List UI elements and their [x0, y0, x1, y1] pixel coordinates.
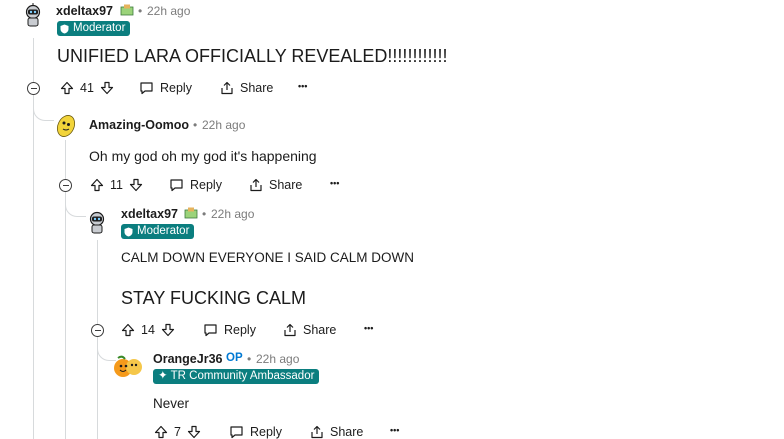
collapse-thread-button[interactable]: [59, 179, 72, 192]
vote-controls: 7: [154, 425, 201, 439]
reply-icon: [229, 425, 244, 439]
reply-button[interactable]: Reply: [139, 81, 192, 95]
avatar[interactable]: [53, 112, 79, 138]
avatar[interactable]: [21, 3, 45, 27]
collapse-thread-button[interactable]: [27, 82, 40, 95]
separator: •: [202, 207, 207, 221]
vote-controls: 11: [90, 178, 143, 192]
share-label: Share: [330, 425, 364, 439]
comment-time[interactable]: 22h ago: [202, 118, 245, 132]
downvote-icon[interactable]: [129, 178, 143, 192]
comment-time[interactable]: 22h ago: [147, 4, 190, 18]
downvote-icon[interactable]: [100, 81, 114, 95]
share-icon: [249, 178, 263, 192]
comment-author[interactable]: OrangeJr36: [153, 352, 222, 366]
more-options-icon[interactable]: •••: [364, 323, 373, 333]
flair-text: Moderator: [73, 22, 126, 34]
comment-author[interactable]: xdeltax97: [121, 207, 178, 221]
reply-icon: [139, 81, 154, 95]
avatar[interactable]: [112, 353, 144, 379]
comment-body: UNIFIED LARA OFFICIALLY REVEALED!!!!!!!!…: [57, 46, 448, 66]
user-flair: ✦ TR Community Ambassador: [153, 369, 320, 384]
moderator-shield-icon: [60, 24, 69, 34]
thread-connector: [65, 200, 86, 217]
upvote-icon[interactable]: [121, 323, 135, 337]
collapse-thread-button[interactable]: [91, 324, 104, 337]
user-flair: Moderator: [121, 224, 195, 239]
upvote-icon[interactable]: [60, 81, 74, 95]
separator: •: [193, 118, 198, 132]
comment-time[interactable]: 22h ago: [211, 207, 254, 221]
moderator-shield-icon: [124, 227, 133, 237]
more-options-icon[interactable]: •••: [298, 81, 307, 91]
separator: •: [138, 4, 143, 18]
reply-label: Reply: [224, 323, 256, 337]
share-icon: [220, 81, 234, 95]
vote-controls: 41: [60, 81, 114, 95]
reply-label: Reply: [190, 178, 222, 192]
comment-time[interactable]: 22h ago: [256, 352, 299, 366]
thread-line: [97, 240, 98, 439]
separator: •: [247, 352, 252, 366]
share-label: Share: [269, 178, 303, 192]
avatar[interactable]: [85, 210, 109, 234]
more-options-icon[interactable]: •••: [330, 178, 339, 188]
share-button[interactable]: Share: [220, 81, 273, 95]
reply-icon: [203, 323, 218, 337]
vote-count: 41: [80, 81, 94, 95]
comment-body: Oh my god oh my god it's happening: [89, 148, 317, 164]
share-button[interactable]: Share: [249, 178, 302, 192]
share-label: Share: [240, 81, 274, 95]
vote-count: 7: [174, 425, 181, 439]
reply-button[interactable]: Reply: [203, 323, 256, 337]
vote-controls: 14: [121, 323, 175, 337]
share-icon: [283, 323, 297, 337]
share-icon: [310, 425, 324, 439]
reply-label: Reply: [250, 425, 282, 439]
more-options-icon[interactable]: •••: [390, 425, 399, 435]
downvote-icon[interactable]: [161, 323, 175, 337]
vote-count: 11: [110, 178, 123, 192]
flair-text: Moderator: [137, 225, 190, 237]
achievement-icon: [184, 206, 198, 219]
user-flair: Moderator: [57, 21, 131, 36]
upvote-icon[interactable]: [90, 178, 104, 192]
reply-button[interactable]: Reply: [169, 178, 222, 192]
thread-connector: [33, 104, 54, 121]
comment-author[interactable]: xdeltax97: [56, 4, 113, 18]
comment-body: CALM DOWN EVERYONE I SAID CALM DOWN: [121, 250, 415, 265]
flair-text: ✦ TR Community Ambassador: [158, 370, 315, 382]
share-button[interactable]: Share: [310, 425, 363, 439]
reply-icon: [169, 178, 184, 192]
comment-body: Never: [153, 396, 190, 411]
achievement-icon: [120, 3, 134, 16]
op-tag: OP: [226, 352, 243, 364]
vote-count: 14: [141, 323, 155, 337]
share-label: Share: [303, 323, 337, 337]
thread-line: [33, 38, 34, 439]
comment-author[interactable]: Amazing-Oomoo: [89, 118, 189, 132]
reply-label: Reply: [160, 81, 192, 95]
upvote-icon[interactable]: [154, 425, 168, 439]
downvote-icon[interactable]: [187, 425, 201, 439]
reply-button[interactable]: Reply: [229, 425, 282, 439]
share-button[interactable]: Share: [283, 323, 336, 337]
comment-body: STAY FUCKING CALM: [121, 288, 307, 308]
